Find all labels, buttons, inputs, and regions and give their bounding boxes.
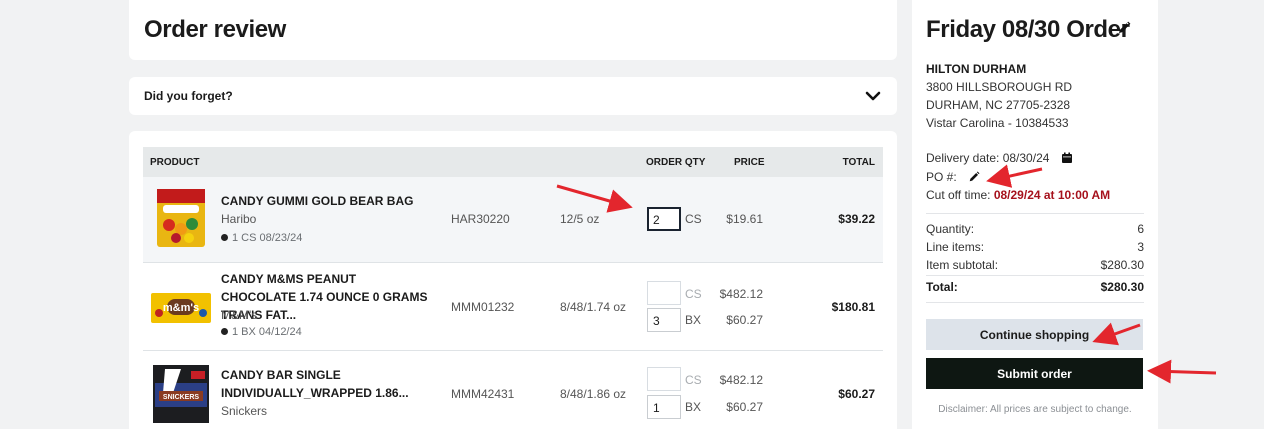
customer-name: HILTON DURHAM [926, 62, 1027, 76]
bx-quantity-input[interactable]: 1 [647, 395, 681, 419]
bx-quantity-input[interactable]: 3 [647, 308, 681, 332]
bx-unit-price: $60.27 [726, 400, 763, 414]
table-row: SNICKERS CANDY BAR SINGLE INDIVIDUALLY_W… [143, 351, 883, 429]
line-total: $180.81 [831, 300, 875, 314]
cs-quantity-input[interactable] [647, 281, 681, 305]
product-pack-size: 8/48/1.86 oz [560, 387, 627, 401]
status-dot-icon [221, 234, 228, 241]
snickers-product-image[interactable]: SNICKERS [151, 363, 211, 425]
product-brand: Snickers [221, 404, 268, 418]
product-brand: M&M's [221, 308, 258, 322]
last-ordered-text: 1 CS 08/23/24 [232, 232, 303, 244]
cs-unit-label: CS [685, 373, 702, 387]
divider [926, 275, 1144, 276]
divider [926, 213, 1144, 214]
subtotal-value: $280.30 [1100, 258, 1144, 272]
table-row: m&m's CANDY M&MS PEANUT CHOCOLATE 1.74 O… [143, 263, 883, 351]
divider [926, 302, 1144, 303]
header-price: PRICE [734, 157, 765, 168]
svg-text:m&m's: m&m's [163, 302, 199, 314]
cutoff-time: Cut off time: 08/29/24 at 10:00 AM [926, 188, 1110, 202]
delivery-date: Delivery date: 08/30/24 [926, 151, 1073, 165]
product-pack-size: 8/48/1.74 oz [560, 300, 627, 314]
address-line-2: DURHAM, NC 27705-2328 [926, 98, 1071, 112]
header-product: PRODUCT [150, 157, 200, 168]
submit-order-button[interactable]: Submit order [926, 358, 1143, 389]
disclaimer-text: Disclaimer: All prices are subject to ch… [938, 404, 1132, 415]
cs-unit-price: $482.12 [719, 373, 763, 387]
status-dot-icon [221, 328, 228, 335]
header-order-qty: ORDER QTY [646, 157, 706, 168]
cs-quantity-input[interactable] [647, 367, 681, 391]
table-header: PRODUCT ORDER QTY PRICE TOTAL [143, 147, 883, 177]
did-you-forget-label: Did you forget? [144, 89, 233, 103]
chevron-down-icon[interactable] [864, 87, 882, 105]
line-total: $39.22 [838, 212, 875, 226]
bx-unit-price: $60.27 [726, 313, 763, 327]
cutoff-value: 08/29/24 at 10:00 AM [993, 188, 1111, 202]
total-value: $280.30 [1100, 280, 1144, 294]
cs-unit-price: $19.61 [726, 212, 763, 226]
po-label: PO #: [926, 170, 957, 184]
cutoff-label: Cut off time: [926, 188, 991, 202]
product-sku: MMM42431 [451, 387, 515, 401]
order-items-card: PRODUCT ORDER QTY PRICE TOTAL CANDY GUMM… [129, 131, 897, 429]
header-total: TOTAL [842, 157, 875, 168]
line-items-value: 3 [1137, 240, 1144, 254]
last-ordered-status: 1 BX 04/12/24 [221, 326, 302, 338]
cs-quantity-input[interactable]: 2 [647, 207, 681, 231]
order-review-header: Order review [129, 0, 897, 60]
quantity-label: Quantity: [926, 222, 975, 236]
line-total: $60.27 [838, 387, 875, 401]
order-summary-panel: Friday 08/30 Order HILTON DURHAM 3800 HI… [912, 0, 1158, 429]
order-title: Friday 08/30 Order [926, 16, 1130, 43]
subtotal-label: Item subtotal: [926, 258, 999, 272]
svg-text:SNICKERS: SNICKERS [163, 394, 200, 401]
page-title: Order review [144, 16, 286, 43]
po-number: PO #: [926, 170, 980, 184]
delivery-date-text: Delivery date: 08/30/24 [926, 151, 1050, 165]
pencil-icon[interactable] [968, 171, 980, 183]
table-row: CANDY GUMMI GOLD BEAR BAG Haribo 1 CS 08… [143, 177, 883, 263]
account-info: Vistar Carolina - 10384533 [926, 116, 1069, 130]
product-sku: HAR30220 [451, 212, 510, 226]
cs-unit-label: CS [685, 212, 702, 226]
pencil-icon[interactable] [1117, 21, 1131, 35]
cs-unit-label: CS [685, 287, 702, 301]
cs-unit-price: $482.12 [719, 287, 763, 301]
calendar-icon[interactable] [1061, 152, 1073, 164]
bx-unit-label: BX [685, 400, 702, 414]
product-pack-size: 12/5 oz [560, 212, 600, 226]
did-you-forget-accordion[interactable]: Did you forget? [129, 77, 897, 115]
continue-shopping-button[interactable]: Continue shopping [926, 319, 1143, 350]
address-line-1: 3800 HILLSBOROUGH RD [926, 80, 1073, 94]
arrow-to-submit-order [1147, 359, 1217, 384]
last-ordered-status: 1 CS 08/23/24 [221, 232, 302, 244]
quantity-value: 6 [1137, 222, 1144, 236]
bx-unit-label: BX [685, 313, 702, 327]
product-sku: MMM01232 [451, 300, 515, 314]
product-name-link[interactable]: CANDY BAR SINGLE INDIVIDUALLY_WRAPPED 1.… [221, 366, 431, 402]
total-label: Total: [926, 280, 958, 294]
mms-product-image[interactable]: m&m's [151, 277, 211, 339]
product-brand: Haribo [221, 212, 257, 226]
line-items-label: Line items: [926, 240, 985, 254]
product-name-link[interactable]: CANDY GUMMI GOLD BEAR BAG [221, 192, 431, 210]
last-ordered-text: 1 BX 04/12/24 [232, 326, 302, 338]
haribo-product-image[interactable] [151, 187, 211, 249]
